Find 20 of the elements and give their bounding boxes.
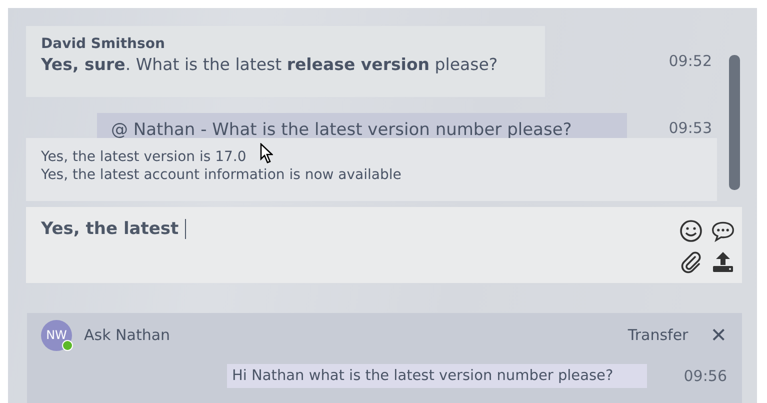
upload-icon[interactable]: [711, 250, 735, 274]
message-time: 09:56: [684, 367, 727, 385]
close-button[interactable]: ✕: [710, 323, 727, 347]
speech-bubble-icon[interactable]: [711, 219, 735, 243]
message-time: 09:52: [668, 52, 712, 70]
message-input[interactable]: Yes, the latest: [26, 207, 742, 283]
suggestion-item[interactable]: Yes, the latest account information is now available: [41, 167, 702, 183]
paperclip-icon[interactable]: [679, 250, 703, 274]
message-text: Yes, sure. What is the latest release version please?: [41, 55, 499, 74]
message-time: 09:53: [668, 119, 712, 137]
smiley-icon[interactable]: [679, 219, 703, 243]
message-text: @ Nathan - What is the latest version number please?: [111, 120, 572, 140]
avatar-initials: NW: [46, 328, 67, 342]
transfer-button[interactable]: Transfer: [628, 326, 688, 344]
suggestion-item[interactable]: Yes, the latest version is 17.0: [41, 149, 702, 165]
panel-title: Ask Nathan: [84, 326, 170, 344]
scrollbar[interactable]: [729, 55, 740, 190]
sender-name: David Smithson: [41, 36, 166, 52]
cursor-icon: [260, 143, 273, 164]
message-bubble: Hi Nathan what is the latest version number please?: [227, 364, 647, 388]
